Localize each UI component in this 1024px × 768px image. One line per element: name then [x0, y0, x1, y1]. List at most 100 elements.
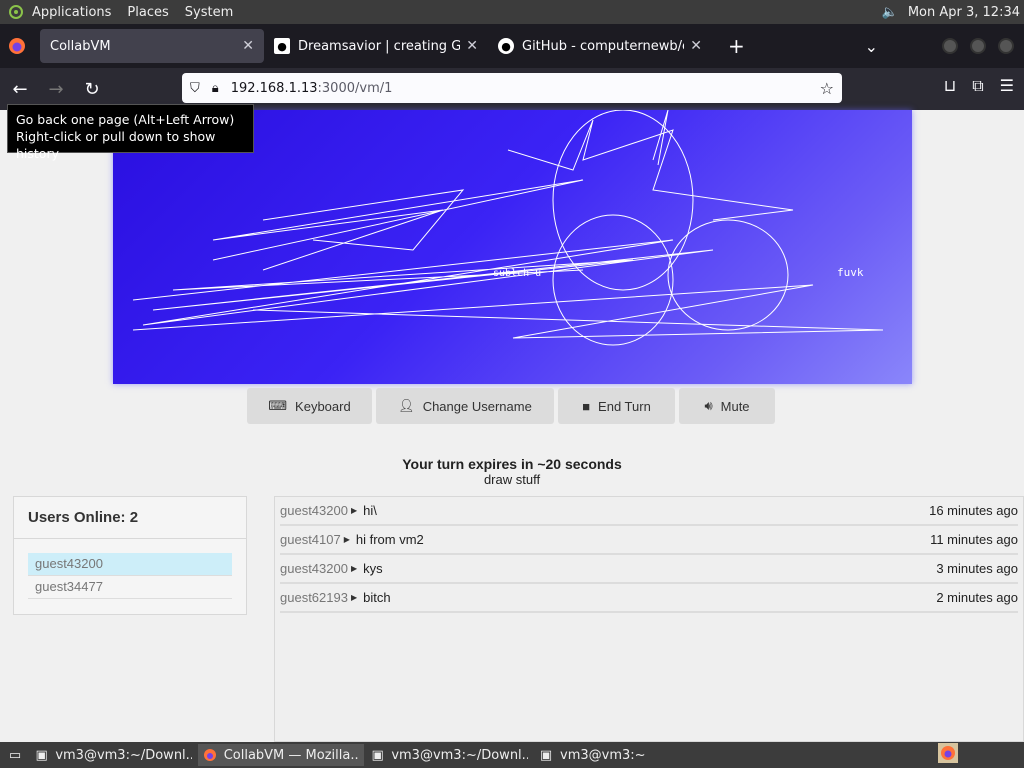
arrow-right-icon: ▶: [350, 593, 358, 602]
vm-scribble-text: fuvk: [837, 266, 864, 279]
volume-icon[interactable]: 🔈: [882, 5, 898, 20]
menu-hamburger-icon[interactable]: ☰: [1000, 76, 1014, 96]
end-turn-button[interactable]: ■ End Turn: [558, 388, 675, 424]
turn-note: draw stuff: [483, 472, 541, 487]
system-menu[interactable]: System: [185, 5, 233, 20]
taskbar-item[interactable]: CollabVM — Mozilla...: [198, 744, 364, 766]
users-online-header: Users Online: 2: [14, 497, 246, 539]
url-bar[interactable]: ⛉ 🔒︎ 192.168.1.13:3000/vm/1 ☆: [182, 73, 842, 103]
chat-message: guest43200 ▶ kys 3 minutes ago: [280, 555, 1018, 584]
patreon-icon: ●: [274, 38, 290, 54]
tab-title: Dreamsavior | creating Gam: [298, 38, 461, 54]
new-tab-button[interactable]: +: [728, 34, 745, 58]
terminal-icon: ▣: [371, 747, 384, 763]
user-list-item[interactable]: guest43200: [28, 553, 232, 576]
keyboard-label: Keyboard: [295, 398, 351, 414]
chat-panel: guest43200 ▶ hi\ 16 minutes ago guest4107…: [274, 496, 1024, 742]
lock-icon[interactable]: 🔒︎: [212, 81, 219, 96]
chat-message: guest43200 ▶ hi\ 16 minutes ago: [280, 497, 1018, 526]
chat-message: guest62193 ▶ bitch 2 minutes ago: [280, 584, 1018, 613]
mute-button[interactable]: 🔊︎ Mute: [679, 388, 775, 424]
url-path: :3000/vm/1: [317, 80, 393, 96]
close-icon[interactable]: ✕: [466, 38, 478, 54]
terminal-icon: ▣: [539, 747, 553, 763]
extensions-icon[interactable]: ⧉: [972, 76, 983, 96]
close-icon[interactable]: ✕: [690, 38, 702, 54]
vm-scribble-text: sublch u: [493, 268, 541, 279]
arrow-right-icon: ▶: [350, 564, 358, 573]
collabvm-page: fuvk sublch u ⌨ Keyboard 👤︎ Change Usern…: [0, 110, 1024, 742]
chat-time: 16 minutes ago: [929, 503, 1018, 518]
pocket-icon[interactable]: ⊔: [944, 76, 956, 96]
clock[interactable]: Mon Apr 3, 12:34: [908, 5, 1020, 20]
chat-username: guest43200: [280, 503, 348, 518]
chat-message: guest4107 ▶ hi from vm2 11 minutes ago: [280, 526, 1018, 555]
top-panel: Applications Places System 🔈 Mon Apr 3, …: [0, 0, 1024, 24]
vm-toolbar: ⌨ Keyboard 👤︎ Change Username ■ End Turn…: [247, 388, 775, 424]
back-button[interactable]: ←: [4, 73, 36, 105]
chat-text: hi from vm2: [355, 532, 424, 547]
close-icon[interactable]: ✕: [242, 38, 254, 54]
bookmark-star-icon[interactable]: ☆: [820, 79, 834, 98]
tab-github[interactable]: ● GitHub - computernewb/coll ✕: [488, 29, 712, 63]
close-window-button[interactable]: [998, 38, 1014, 54]
reload-button[interactable]: ↻: [76, 73, 108, 105]
forward-button[interactable]: →: [40, 73, 72, 105]
users-online-panel: Users Online: 2 guest43200 guest34477: [13, 496, 247, 615]
firefox-icon: [202, 748, 218, 762]
tooltip-line: Right-click or pull down to show history: [16, 129, 216, 161]
mute-label: Mute: [720, 398, 750, 414]
back-button-tooltip: Go back one page (Alt+Left Arrow) Right-…: [7, 104, 254, 161]
maximize-button[interactable]: [970, 38, 986, 54]
stop-icon: ■: [582, 398, 591, 414]
chat-text: kys: [363, 561, 383, 576]
taskbar-item[interactable]: ▣ vm3@vm3:~/Downl...: [366, 744, 532, 766]
chat-time: 3 minutes ago: [936, 561, 1018, 576]
chat-time: 11 minutes ago: [930, 532, 1018, 547]
tab-title: GitHub - computernewb/coll: [522, 38, 684, 54]
chat-username: guest43200: [280, 561, 348, 576]
minimize-button[interactable]: [942, 38, 958, 54]
tracking-shield-icon[interactable]: ⛉: [190, 81, 200, 96]
taskbar-label: vm3@vm3:~: [560, 747, 646, 763]
taskbar-item[interactable]: ▣ vm3@vm3:~: [534, 744, 700, 766]
keyboard-button[interactable]: ⌨ Keyboard: [247, 388, 372, 424]
taskbar-label: CollabVM — Mozilla...: [223, 747, 360, 763]
terminal-icon: ▣: [35, 747, 48, 763]
url-host: 192.168.1.13: [230, 80, 318, 96]
github-icon: ●: [498, 38, 514, 54]
firefox-icon[interactable]: [938, 743, 958, 767]
volume-icon: 🔊︎: [704, 398, 713, 413]
users-list: guest43200 guest34477: [14, 539, 246, 599]
chat-text: bitch: [363, 590, 391, 605]
firefox-icon[interactable]: [0, 24, 34, 68]
turn-timer: Your turn expires in ~20 seconds: [402, 456, 622, 472]
applications-menu[interactable]: Applications: [32, 5, 111, 20]
places-menu[interactable]: Places: [127, 5, 168, 20]
arrow-right-icon: ▶: [343, 535, 350, 544]
chat-username: guest62193: [280, 590, 348, 605]
tab-list-chevron-down-icon[interactable]: ⌄: [865, 37, 878, 56]
chat-time: 2 minutes ago: [936, 590, 1018, 605]
bottom-taskbar: ▭ ▣ vm3@vm3:~/Downl... CollabVM — Mozill…: [0, 742, 1024, 768]
taskbar-label: vm3@vm3:~/Downl...: [391, 747, 528, 763]
arrow-right-icon: ▶: [350, 506, 358, 515]
chat-text: hi\: [363, 503, 377, 518]
browser-tab-strip: CollabVM ✕ ● Dreamsavior | creating Gam …: [0, 24, 1024, 68]
tab-dreamsavior[interactable]: ● Dreamsavior | creating Gam ✕: [264, 29, 488, 63]
taskbar-item[interactable]: ▣ vm3@vm3:~/Downl...: [30, 744, 196, 766]
show-desktop-icon[interactable]: ▭: [0, 748, 30, 763]
taskbar-label: vm3@vm3:~/Downl...: [55, 747, 192, 763]
tooltip-line: Go back one page (Alt+Left Arrow): [16, 112, 235, 127]
distro-logo-icon[interactable]: [6, 2, 26, 22]
keyboard-icon: ⌨: [268, 398, 288, 413]
user-list-item[interactable]: guest34477: [28, 576, 232, 599]
change-username-label: Change Username: [422, 398, 532, 414]
end-turn-label: End Turn: [598, 398, 651, 414]
tab-collabvm[interactable]: CollabVM ✕: [40, 29, 264, 63]
change-username-button[interactable]: 👤︎ Change Username: [376, 388, 554, 424]
chat-username: guest4107: [280, 532, 341, 547]
user-icon: 👤︎: [398, 398, 415, 413]
turn-status: Your turn expires in ~20 seconds draw st…: [0, 456, 1024, 487]
tab-title: CollabVM: [50, 38, 111, 54]
